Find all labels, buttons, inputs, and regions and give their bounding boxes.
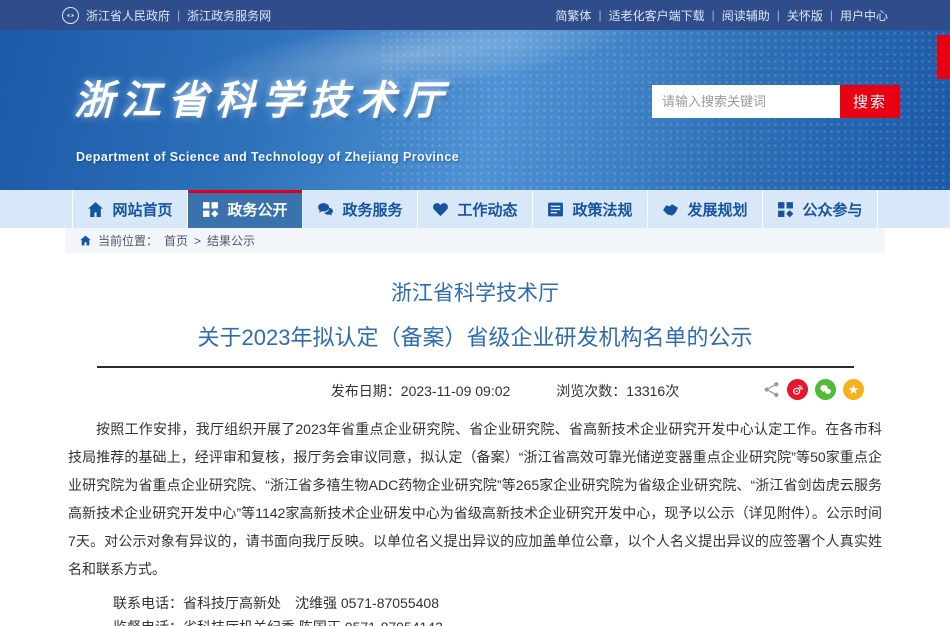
publish-date: 发布日期：2023-11-09 09:02 <box>331 381 511 401</box>
home-small-icon <box>79 234 92 247</box>
nav-label: 发展规划 <box>687 199 747 220</box>
topbar-separator: | <box>177 8 180 22</box>
topbar-left: 浙江省人民政府 | 浙江政务服务网 <box>62 7 271 24</box>
article-meta: 发布日期：2023-11-09 09:02 浏览次数：13316次 ★ <box>68 379 882 403</box>
banner-red-decoration <box>937 35 950 79</box>
topbar-separator: | <box>598 8 601 22</box>
weibo-share-icon[interactable] <box>787 379 808 400</box>
nav-item-work-news[interactable]: 工作动态 <box>418 190 533 228</box>
nav-item-gov-services[interactable]: 政务服务 <box>303 190 418 228</box>
nav-item-development-plans[interactable]: 发展规划 <box>648 190 763 228</box>
link-zhejiang-service[interactable]: 浙江政务服务网 <box>187 7 271 24</box>
topbar-separator: | <box>712 8 715 22</box>
nav-label: 政务公开 <box>227 199 287 220</box>
site-title: 浙江省科学技术厅 <box>74 68 450 126</box>
nav-label: 工作动态 <box>457 199 517 220</box>
article-title-line2: 关于2023年拟认定（备案）省级企业研发机构名单的公示 <box>68 320 882 352</box>
nav-label: 公众参与 <box>802 199 862 220</box>
article-title-line1: 浙江省科学技术厅 <box>68 277 882 307</box>
link-simplified-traditional[interactable]: 简繁体 <box>555 7 591 24</box>
link-elderly-client-download[interactable]: 适老化客户端下载 <box>609 7 705 24</box>
share-toolbar: ★ <box>763 379 864 400</box>
breadcrumb-home-link[interactable]: 首页 <box>164 232 188 249</box>
share-icon[interactable] <box>763 381 780 398</box>
zhejiang-gov-emblem-icon <box>62 7 79 24</box>
view-count: 浏览次数：13316次 <box>556 381 679 401</box>
nav-item-public-participation[interactable]: 公众参与 <box>763 190 878 228</box>
link-reading-aid[interactable]: 阅读辅助 <box>722 7 770 24</box>
home-icon <box>87 201 104 218</box>
search-button[interactable]: 搜索 <box>840 85 900 118</box>
site-search: 搜索 <box>652 85 900 118</box>
nav-item-home[interactable]: 网站首页 <box>72 190 188 228</box>
breadcrumb-current: 结果公示 <box>207 232 255 249</box>
nav-item-gov-openness[interactable]: 政务公开 <box>188 190 303 228</box>
openness-icon <box>202 201 219 218</box>
participation-icon <box>777 201 794 218</box>
link-zhejiang-gov[interactable]: 浙江省人民政府 <box>86 7 170 24</box>
contact-phone-line: 联系电话：省科技厅高新处 沈维强 0571-87055408 <box>68 592 882 615</box>
top-utility-bar: 浙江省人民政府 | 浙江政务服务网 简繁体 | 适老化客户端下载 | 阅读辅助 … <box>0 0 950 30</box>
link-care-version[interactable]: 关怀版 <box>787 7 823 24</box>
supervise-phone-line: 监督电话：省科技厅机关纪委 陈国正 0571-87054143 <box>68 616 882 626</box>
title-divider <box>97 366 854 368</box>
site-subtitle-en: Department of Science and Technology of … <box>76 150 459 164</box>
topbar-right: 简繁体 | 适老化客户端下载 | 阅读辅助 | 关怀版 | 用户中心 <box>555 7 888 24</box>
search-input[interactable] <box>652 85 840 118</box>
nav-label: 政策法规 <box>572 199 632 220</box>
document-icon <box>547 201 564 218</box>
qzone-share-icon[interactable]: ★ <box>843 379 864 400</box>
nav-label: 网站首页 <box>112 199 172 220</box>
breadcrumb-separator: > <box>194 234 201 248</box>
heart-icon <box>432 201 449 218</box>
site-banner: 浙江省科学技术厅 Department of Science and Techn… <box>0 30 950 190</box>
link-user-center[interactable]: 用户中心 <box>840 7 888 24</box>
topbar-separator: | <box>830 8 833 22</box>
breadcrumb-bar: 当前位置： 首页 > 结果公示 <box>0 228 950 253</box>
main-nav: 网站首页 政务公开 政务服务 工作动态 政策法规 发展规划 公众参与 <box>0 190 950 228</box>
article-body: 按照工作安排，我厅组织开展了2023年省重点企业研究院、省企业研究院、省高新技术… <box>68 415 882 583</box>
wechat-share-icon[interactable] <box>815 379 836 400</box>
article-content: 浙江省科学技术厅 关于2023年拟认定（备案）省级企业研发机构名单的公示 发布日… <box>68 277 882 626</box>
topbar-separator: | <box>777 8 780 22</box>
nav-label: 政务服务 <box>342 199 402 220</box>
breadcrumb: 当前位置： 首页 > 结果公示 <box>65 228 885 253</box>
nav-item-policies[interactable]: 政策法规 <box>533 190 648 228</box>
breadcrumb-label: 当前位置： <box>98 232 158 249</box>
chat-bubbles-icon <box>317 201 334 218</box>
handshake-icon <box>662 201 679 218</box>
